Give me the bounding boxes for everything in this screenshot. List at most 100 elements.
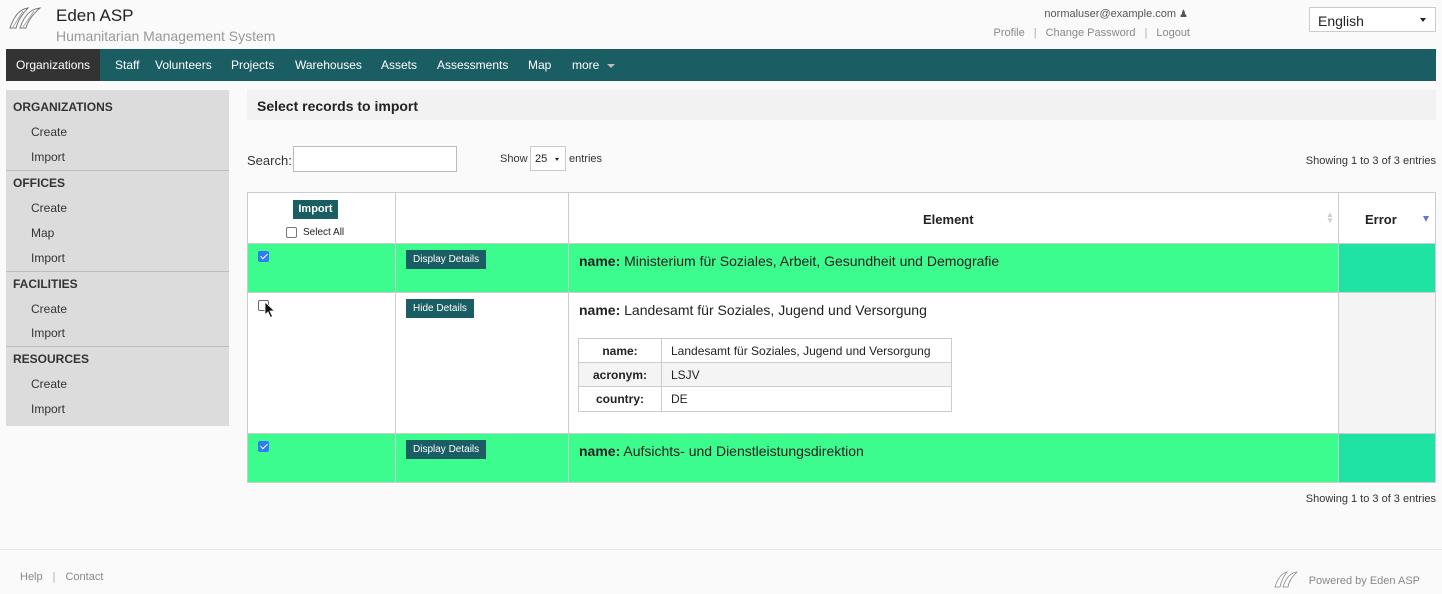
page-title-bar: Select records to import bbox=[247, 90, 1436, 120]
detail-key: acronym: bbox=[579, 363, 662, 387]
sidebar-heading-facilities[interactable]: FACILITIES bbox=[13, 277, 78, 291]
table-row: Display Details name: Ministerium für So… bbox=[248, 244, 1435, 292]
sidebar-heading-offices[interactable]: OFFICES bbox=[13, 176, 65, 190]
sidebar-item-facilities-import[interactable]: Import bbox=[31, 326, 65, 340]
select-all-label[interactable]: Select All bbox=[303, 227, 344, 238]
help-link[interactable]: Help bbox=[20, 571, 43, 583]
user-email-text: normaluser@example.com bbox=[1044, 8, 1177, 20]
sidebar-item-offices-map[interactable]: Map bbox=[31, 226, 54, 240]
page-title: Select records to import bbox=[257, 98, 419, 114]
detail-value: LSJV bbox=[671, 368, 700, 382]
import-table: Import Select All Element ▲ ▼ Error Displ… bbox=[247, 192, 1436, 483]
sidebar-item-offices-import[interactable]: Import bbox=[31, 251, 65, 265]
error-cell bbox=[1339, 434, 1435, 482]
sidebar: ORGANIZATIONS Create Import OFFICES Crea… bbox=[6, 90, 229, 426]
nav-organizations[interactable]: Organizations bbox=[6, 49, 101, 81]
details-table: name: Landesamt für Soziales, Jugend und… bbox=[578, 338, 952, 412]
sidebar-item-offices-create[interactable]: Create bbox=[31, 201, 67, 215]
nav-more-label: more bbox=[572, 58, 600, 72]
name-key: name: bbox=[579, 253, 621, 269]
row-checkbox[interactable] bbox=[258, 441, 269, 452]
language-select[interactable]: English bbox=[1309, 7, 1436, 32]
name-key: name: bbox=[579, 443, 621, 459]
eden-logo-icon[interactable] bbox=[8, 6, 42, 30]
column-divider bbox=[568, 193, 569, 482]
name-key: name: bbox=[579, 302, 621, 318]
column-divider bbox=[1338, 193, 1339, 482]
main-nav: Organizations Staff Volunteers Projects … bbox=[6, 49, 1436, 81]
user-links: Profile | Change Password | Logout bbox=[994, 27, 1190, 39]
separator: | bbox=[1144, 27, 1148, 39]
element-name: name: Aufsichts- und Dienstleistungsdire… bbox=[579, 443, 864, 459]
user-icon: ♟ bbox=[1179, 9, 1188, 20]
search-input[interactable] bbox=[293, 146, 457, 172]
import-button[interactable]: Import bbox=[293, 200, 338, 219]
sidebar-divider bbox=[6, 346, 229, 347]
sort-icon[interactable]: ▲ ▼ bbox=[1326, 211, 1334, 225]
sidebar-item-facilities-create[interactable]: Create bbox=[31, 302, 67, 316]
error-cell bbox=[1339, 244, 1435, 292]
element-name: name: Landesamt für Soziales, Jugend und… bbox=[579, 302, 927, 318]
name-value: Aufsichts- und Dienstleistungsdirektion bbox=[623, 443, 864, 459]
name-value: Landesamt für Soziales, Jugend und Verso… bbox=[624, 302, 927, 318]
column-divider bbox=[395, 193, 396, 482]
sidebar-heading-resources[interactable]: RESOURCES bbox=[13, 352, 89, 366]
entries-label: entries bbox=[569, 153, 603, 165]
search-label: Search: bbox=[247, 153, 292, 168]
sort-desc-icon[interactable] bbox=[1423, 216, 1429, 222]
detail-value: Landesamt für Soziales, Jugend und Verso… bbox=[671, 344, 931, 358]
header: Eden ASP Humanitarian Management System … bbox=[0, 0, 1442, 49]
detail-row: country: DE bbox=[579, 387, 951, 411]
footer-links: Help | Contact bbox=[20, 571, 103, 583]
nav-map[interactable]: Map bbox=[518, 49, 561, 81]
language-value: English bbox=[1318, 13, 1364, 29]
app-title[interactable]: Eden ASP bbox=[56, 6, 134, 26]
name-value: Ministerium für Soziales, Arbeit, Gesund… bbox=[624, 253, 1000, 269]
sidebar-item-resources-create[interactable]: Create bbox=[31, 377, 67, 391]
sidebar-item-organizations-create[interactable]: Create bbox=[31, 125, 67, 139]
column-header-error[interactable]: Error bbox=[1365, 212, 1397, 227]
contact-link[interactable]: Contact bbox=[65, 571, 103, 583]
nav-warehouses[interactable]: Warehouses bbox=[285, 49, 372, 81]
nav-projects[interactable]: Projects bbox=[221, 49, 284, 81]
table-row: Display Details name: Aufsichts- und Die… bbox=[248, 434, 1435, 482]
select-all-checkbox[interactable] bbox=[286, 227, 297, 238]
sidebar-item-resources-import[interactable]: Import bbox=[31, 402, 65, 416]
footer-divider bbox=[0, 549, 1442, 550]
row-checkbox[interactable] bbox=[258, 251, 269, 262]
sidebar-item-organizations-import[interactable]: Import bbox=[31, 150, 65, 164]
logout-link[interactable]: Logout bbox=[1156, 27, 1190, 39]
detail-key: country: bbox=[579, 387, 662, 411]
hide-details-button[interactable]: Hide Details bbox=[406, 299, 474, 318]
chevron-down-icon bbox=[555, 158, 559, 161]
user-email: normaluser@example.com ♟ bbox=[1044, 8, 1188, 20]
sidebar-heading-organizations[interactable]: ORGANIZATIONS bbox=[13, 100, 113, 114]
detail-row: acronym: LSJV bbox=[579, 363, 951, 387]
display-details-button[interactable]: Display Details bbox=[406, 440, 487, 459]
mouse-cursor-icon bbox=[264, 301, 276, 319]
nav-more[interactable]: more bbox=[562, 49, 625, 81]
sidebar-divider bbox=[6, 170, 229, 171]
app-subtitle: Humanitarian Management System bbox=[56, 28, 276, 44]
detail-value: DE bbox=[671, 392, 688, 406]
powered-by[interactable]: Powered by Eden ASP bbox=[1309, 575, 1420, 587]
separator: | bbox=[52, 571, 56, 583]
element-name: name: Ministerium für Soziales, Arbeit, … bbox=[579, 253, 999, 269]
chevron-down-icon bbox=[1420, 18, 1426, 22]
show-label: Show bbox=[500, 153, 528, 165]
nav-volunteers[interactable]: Volunteers bbox=[145, 49, 222, 81]
showing-info-bottom: Showing 1 to 3 of 3 entries bbox=[1305, 493, 1436, 505]
page-size-select[interactable]: 25 bbox=[530, 146, 566, 171]
display-details-button[interactable]: Display Details bbox=[406, 250, 487, 269]
change-password-link[interactable]: Change Password bbox=[1046, 27, 1136, 39]
chevron-down-icon bbox=[607, 63, 616, 68]
detail-row: name: Landesamt für Soziales, Jugend und… bbox=[579, 339, 951, 363]
showing-info-top: Showing 1 to 3 of 3 entries bbox=[1305, 155, 1436, 167]
nav-assets[interactable]: Assets bbox=[371, 49, 427, 81]
nav-assessments[interactable]: Assessments bbox=[427, 49, 518, 81]
table-header: Import Select All Element ▲ ▼ Error bbox=[248, 193, 1435, 244]
sidebar-divider bbox=[6, 271, 229, 272]
column-header-element[interactable]: Element bbox=[923, 212, 974, 227]
nav-staff[interactable]: Staff bbox=[105, 49, 149, 81]
profile-link[interactable]: Profile bbox=[994, 27, 1025, 39]
